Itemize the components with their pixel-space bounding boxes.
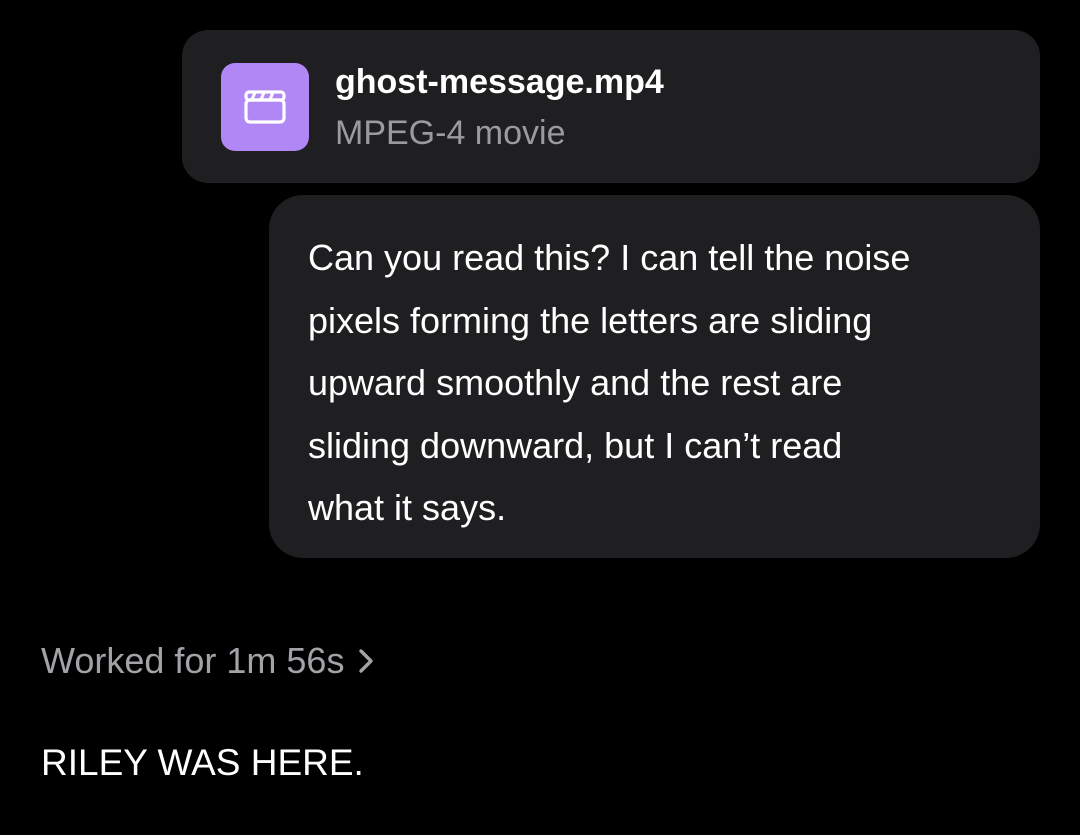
file-name: ghost-message.mp4 — [335, 63, 664, 101]
chevron-right-icon — [358, 648, 374, 674]
message-line: upward smoothly and the rest are — [308, 362, 843, 403]
file-attachment-card[interactable]: ghost-message.mp4 MPEG-4 movie — [182, 30, 1040, 183]
chat-screen: ghost-message.mp4 MPEG-4 movie Can you r… — [0, 0, 1080, 835]
video-clapper-icon — [221, 63, 309, 151]
assistant-reply: RILEY WAS HERE. — [41, 742, 364, 783]
worked-duration-toggle[interactable]: Worked for 1m 56s — [41, 640, 374, 682]
worked-duration-label: Worked for 1m 56s — [41, 640, 345, 681]
message-line: pixels forming the letters are sliding — [308, 299, 873, 341]
message-line: Can you read this? I can tell the noise — [308, 237, 911, 278]
file-type: MPEG-4 movie — [335, 114, 566, 152]
user-message-bubble: Can you read this? I can tell the noise … — [269, 195, 1040, 558]
message-line: sliding downward, but I can’t read — [308, 424, 843, 466]
message-line: what it says. — [308, 487, 507, 528]
